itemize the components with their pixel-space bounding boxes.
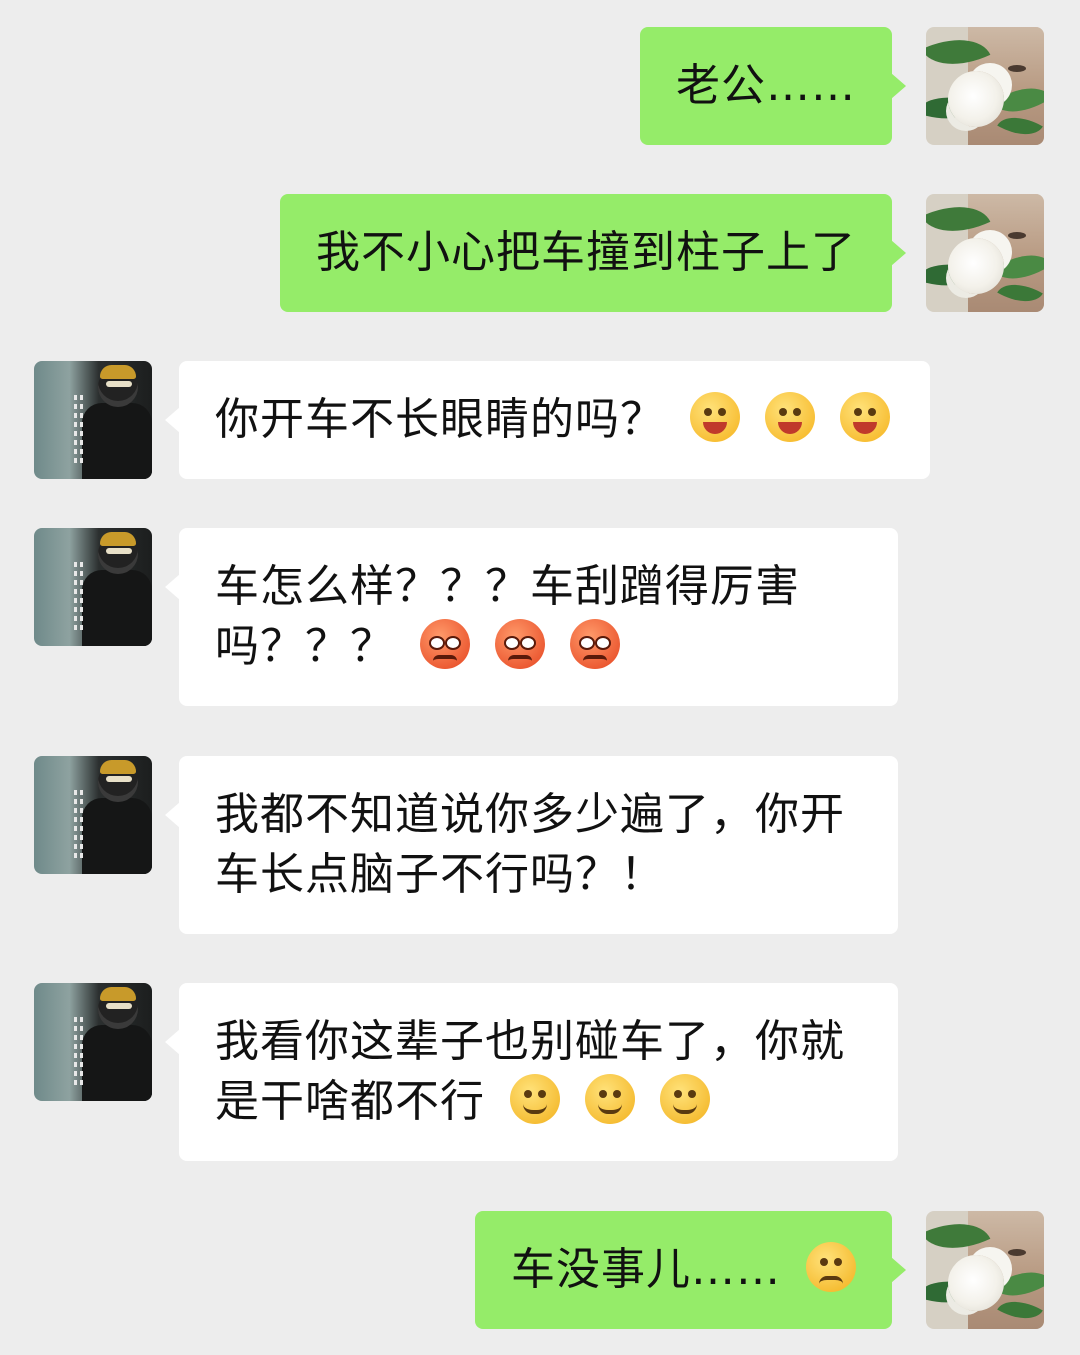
- squinting-tongue-emoji: [690, 392, 740, 442]
- message-bubble-other[interactable]: 你开车不长眼睛的吗？: [165, 361, 930, 479]
- message-bubble-self[interactable]: 车没事儿……: [475, 1211, 906, 1329]
- contact-avatar[interactable]: [34, 361, 152, 479]
- message-row: 车没事儿……: [0, 1211, 1080, 1329]
- contact-avatar[interactable]: [34, 756, 152, 874]
- message-row: 你开车不长眼睛的吗？: [0, 361, 1080, 479]
- message-text: 车没事儿……: [511, 1244, 781, 1295]
- message-bubble-other[interactable]: 我都不知道说你多少遍了，你开车长点脑子不行吗？！: [165, 756, 898, 934]
- squinting-tongue-emoji: [765, 392, 815, 442]
- message-bubble-other[interactable]: 我看你这辈子也别碰车了，你就是干啥都不行: [165, 983, 898, 1161]
- slight-smile-emoji: [660, 1074, 710, 1124]
- message-bubble-self[interactable]: 我不小心把车撞到柱子上了: [280, 194, 906, 312]
- angry-face-emoji: [570, 619, 620, 669]
- slight-smile-emoji: [585, 1074, 635, 1124]
- contact-avatar[interactable]: [34, 528, 152, 646]
- message-text: 你开车不长眼睛的吗？: [215, 394, 665, 445]
- message-text: 我都不知道说你多少遍了，你开车长点脑子不行吗？！: [215, 789, 845, 900]
- message-row: 老公……: [0, 27, 1080, 145]
- pensive-face-emoji: [806, 1242, 856, 1292]
- self-avatar[interactable]: [926, 194, 1044, 312]
- message-row: 车怎么样？？？车刮蹭得厉害吗？？？: [0, 528, 1080, 706]
- squinting-tongue-emoji: [840, 392, 890, 442]
- slight-smile-emoji: [510, 1074, 560, 1124]
- contact-avatar[interactable]: [34, 983, 152, 1101]
- message-row: 我不小心把车撞到柱子上了: [0, 194, 1080, 312]
- message-bubble-self[interactable]: 老公……: [640, 27, 906, 145]
- angry-face-emoji: [420, 619, 470, 669]
- self-avatar[interactable]: [926, 27, 1044, 145]
- message-row: 我看你这辈子也别碰车了，你就是干啥都不行: [0, 983, 1080, 1161]
- angry-face-emoji: [495, 619, 545, 669]
- self-avatar[interactable]: [926, 1211, 1044, 1329]
- message-text: 我不小心把车撞到柱子上了: [316, 227, 856, 278]
- message-text: 老公……: [676, 60, 856, 111]
- message-row: 我都不知道说你多少遍了，你开车长点脑子不行吗？！: [0, 756, 1080, 934]
- message-bubble-other[interactable]: 车怎么样？？？车刮蹭得厉害吗？？？: [165, 528, 898, 706]
